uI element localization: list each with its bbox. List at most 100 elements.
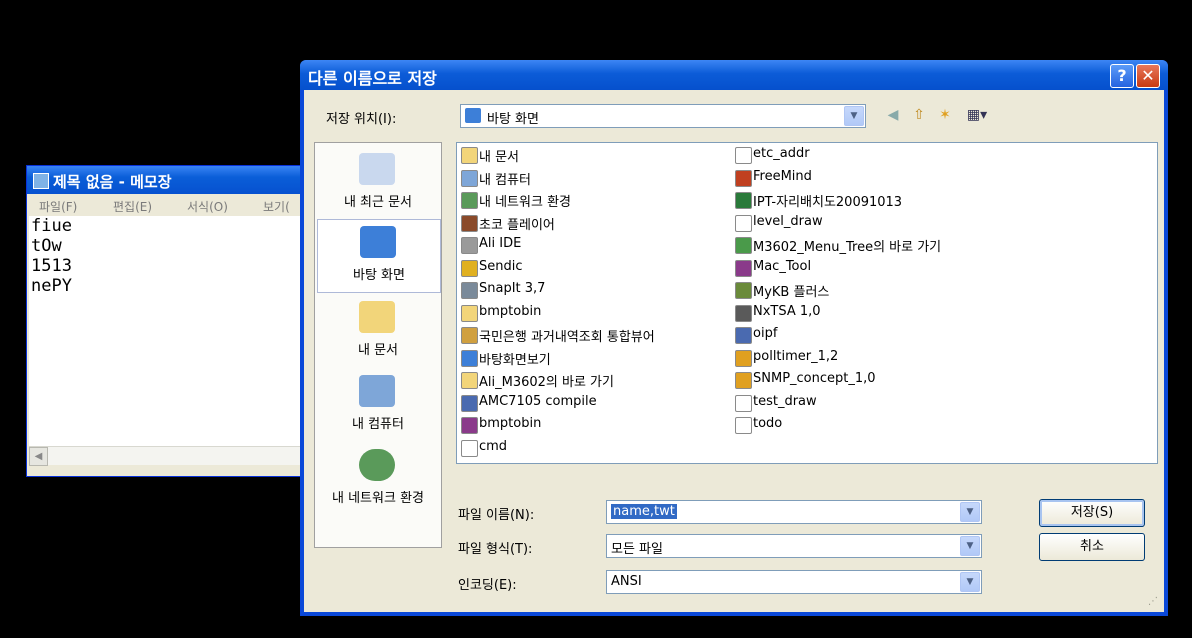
file-name: test_draw: [753, 393, 817, 409]
file-list[interactable]: 내 문서내 컴퓨터내 네트워크 환경초코 플레이어 Ali IDE Sendic Sn…: [456, 142, 1158, 464]
menu-edit[interactable]: 편집(E): [113, 198, 152, 215]
chevron-down-icon[interactable]: ▼: [844, 106, 864, 126]
file-icon: [735, 349, 752, 367]
file-name: level_draw: [753, 213, 823, 229]
dialog-body: 저장 위치(I): 바탕 화면 ▼ ◀ ⇧ ✶ ▦▾ 내 최근 문서 바탕 화면…: [304, 90, 1164, 612]
save-as-dialog: 다른 이름으로 저장 ? ✕ 저장 위치(I): 바탕 화면 ▼ ◀ ⇧ ✶ ▦…: [300, 60, 1168, 616]
file-name: 바탕화면보기: [479, 352, 551, 368]
file-name: Ali IDE: [479, 236, 522, 251]
file-name: MyKB 플러스: [753, 285, 830, 300]
file-name: 내 네트워크 환경: [479, 195, 571, 210]
file-icon: [461, 282, 478, 299]
horizontal-scrollbar[interactable]: ◀: [29, 446, 325, 466]
file-icon: [461, 417, 478, 434]
chevron-down-icon[interactable]: ▼: [960, 536, 980, 556]
file-type-dropdown[interactable]: 모든 파일 ▼: [606, 534, 982, 558]
save-in-value: 바탕 화면: [487, 112, 539, 127]
text-line: 1513: [31, 256, 72, 276]
file-name: Mac_Tool: [753, 258, 812, 274]
up-folder-icon[interactable]: ⇧: [910, 106, 928, 124]
place-network[interactable]: 내 네트워크 환경: [317, 443, 439, 515]
file-icon: [461, 439, 478, 457]
file-icon: [461, 147, 478, 164]
file-name: AMC7105 compile: [479, 393, 597, 409]
close-button[interactable]: ✕: [1136, 64, 1160, 88]
notepad-titlebar[interactable]: 제목 없음 - 메모장: [27, 166, 327, 194]
file-icon: [461, 394, 478, 412]
network-globe-icon: [359, 449, 395, 481]
file-icon: [735, 372, 752, 389]
place-my-documents[interactable]: 내 문서: [317, 295, 439, 367]
notepad-title: 제목 없음 - 메모장: [53, 173, 172, 191]
places-bar: 내 최근 문서 바탕 화면 내 문서 내 컴퓨터 내 네트워크 환경: [314, 142, 442, 548]
my-documents-icon: [359, 301, 395, 333]
file-icon: [461, 192, 478, 209]
file-name-input[interactable]: name,twt ▼: [606, 500, 982, 524]
file-icon: [735, 327, 752, 344]
recent-documents-icon: [359, 153, 395, 185]
save-in-label: 저장 위치(I):: [326, 112, 397, 127]
back-icon[interactable]: ◀: [884, 106, 902, 124]
place-label: 내 컴퓨터: [352, 417, 404, 432]
file-icon: [735, 394, 752, 412]
encoding-dropdown[interactable]: ANSI ▼: [606, 570, 982, 594]
menu-file[interactable]: 파일(F): [39, 198, 77, 215]
file-icon: [461, 372, 478, 389]
file-icon: [461, 349, 478, 367]
file-name-label: 파일 이름(N):: [458, 508, 535, 523]
file-name: FreeMind: [753, 168, 812, 184]
file-icon: [735, 169, 752, 187]
notepad-icon: [33, 173, 49, 189]
notepad-text-area[interactable]: fiue tOw 1513 nePY: [29, 216, 325, 446]
file-icon: [461, 327, 478, 344]
file-icon: [735, 237, 752, 254]
file-icon: [461, 214, 478, 232]
file-name-value: name,twt: [611, 504, 677, 519]
place-recent-documents[interactable]: 내 최근 문서: [317, 147, 439, 219]
cancel-button[interactable]: 취소: [1039, 533, 1145, 561]
save-button[interactable]: 저장(S): [1039, 499, 1145, 527]
place-label: 바탕 화면: [353, 268, 405, 283]
save-in-dropdown[interactable]: 바탕 화면 ▼: [460, 104, 866, 128]
file-icon: [461, 169, 478, 187]
menu-format[interactable]: 서식(O): [187, 198, 228, 215]
view-menu-icon[interactable]: ▦▾: [962, 106, 992, 124]
text-line: fiue: [31, 216, 72, 236]
file-name: 국민은행 과거내역조회 통합뷰어: [479, 330, 655, 345]
file-name: 내 문서: [479, 150, 520, 165]
notepad-menubar: 파일(F) 편집(E) 서식(O) 보기(: [27, 194, 327, 216]
file-name: Sendic: [479, 258, 523, 274]
my-computer-icon: [359, 375, 395, 407]
place-label: 내 문서: [357, 343, 398, 358]
file-icon: [735, 417, 752, 434]
file-name: oipf: [753, 326, 778, 341]
file-icon: [461, 259, 478, 277]
place-label: 내 최근 문서: [343, 195, 413, 210]
new-folder-icon[interactable]: ✶: [936, 106, 954, 124]
place-my-computer[interactable]: 내 컴퓨터: [317, 369, 439, 441]
encoding-value: ANSI: [611, 574, 642, 589]
file-name: 내 컴퓨터: [479, 172, 531, 188]
help-button[interactable]: ?: [1110, 64, 1134, 88]
text-line: tOw: [31, 236, 62, 256]
file-name: bmptobin: [479, 416, 542, 431]
file-icon: [735, 214, 752, 232]
menu-view[interactable]: 보기(: [263, 198, 290, 215]
file-type-value: 모든 파일: [611, 542, 663, 557]
file-name: 초코 플레이어: [479, 217, 555, 233]
resize-grip-icon[interactable]: ⋰: [1148, 596, 1160, 608]
file-icon: [461, 237, 478, 254]
file-icon: [735, 147, 752, 164]
dialog-titlebar[interactable]: 다른 이름으로 저장 ? ✕: [300, 60, 1168, 90]
file-name: todo: [753, 416, 783, 431]
scroll-left-icon[interactable]: ◀: [29, 447, 48, 466]
file-name: SnapIt 3,7: [479, 281, 546, 296]
chevron-down-icon[interactable]: ▼: [960, 572, 980, 592]
file-icon: [735, 304, 752, 322]
chevron-down-icon[interactable]: ▼: [960, 502, 980, 522]
notepad-window: 제목 없음 - 메모장 파일(F) 편집(E) 서식(O) 보기( fiue t…: [26, 165, 328, 477]
file-name: M3602_Menu_Tree의 바로 가기: [753, 240, 942, 255]
file-icon: [735, 192, 752, 209]
place-desktop[interactable]: 바탕 화면: [317, 219, 441, 293]
encoding-label: 인코딩(E):: [458, 578, 517, 593]
